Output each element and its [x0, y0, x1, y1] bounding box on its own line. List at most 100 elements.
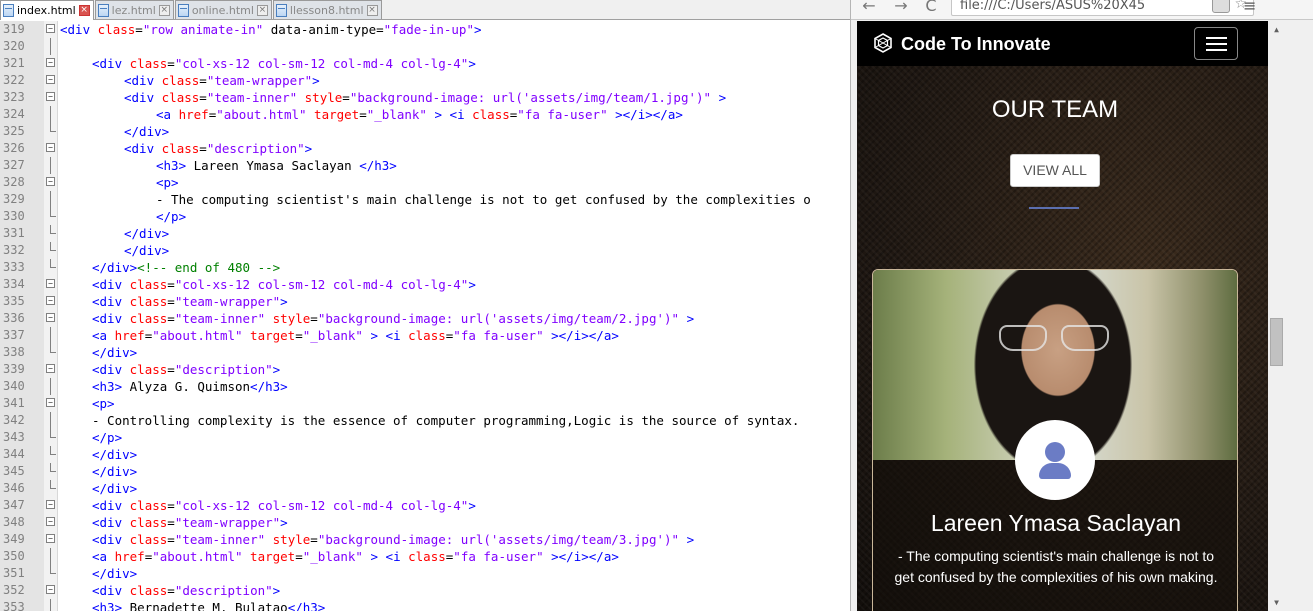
forward-button[interactable]: →	[891, 0, 911, 16]
fold-toggle-icon[interactable]: −	[46, 364, 55, 373]
scroll-up-arrow-icon[interactable]: ▲	[1268, 21, 1285, 38]
fold-toggle-icon[interactable]: −	[46, 500, 55, 509]
page-scrollbar[interactable]: ▲ ▼	[1268, 21, 1285, 611]
code-line[interactable]: 347 − <div class="col-xs-12 col-sm-12 col-…	[0, 497, 850, 514]
close-tab-icon[interactable]: ×	[158, 4, 170, 16]
editor-tab[interactable]: index.html ×	[0, 0, 94, 20]
fold-toggle-icon[interactable]: −	[46, 279, 55, 288]
code-editor[interactable]: 319− <div class="row animate-in" data-ani…	[0, 21, 850, 611]
code-token: class	[129, 277, 168, 292]
code-line[interactable]: 326 − <div class="description">	[0, 140, 850, 157]
fold-toggle-icon[interactable]: −	[46, 585, 55, 594]
code-line[interactable]: 349− <div class="team-inner" style="backg…	[0, 531, 850, 548]
code-line[interactable]: 330 </p>	[0, 208, 850, 225]
code-line[interactable]: 343 </p>	[0, 429, 850, 446]
fold-toggle-icon[interactable]: −	[46, 313, 55, 322]
extension-icon[interactable]	[1212, 0, 1230, 13]
editor-tab-label: index.html	[17, 4, 76, 17]
fold-guide	[50, 480, 56, 489]
code-line[interactable]: 351 </div>	[0, 565, 850, 582]
code-line[interactable]: 336− <div class="team-inner" style="backg…	[0, 310, 850, 327]
code-line[interactable]: 320	[0, 38, 850, 55]
code-line[interactable]: 353 <h3> Bernadette M. Bulatao</h3>	[0, 599, 850, 611]
code-text: </p>	[156, 208, 186, 225]
code-line[interactable]: 341 − <p>	[0, 395, 850, 412]
fold-toggle-icon[interactable]: −	[46, 534, 55, 543]
fold-toggle-icon[interactable]: −	[46, 177, 55, 186]
close-tab-icon[interactable]: ×	[78, 5, 90, 16]
fold-toggle-icon[interactable]: −	[46, 75, 55, 84]
code-line[interactable]: 342 - Controlling complexity is the essen…	[0, 412, 850, 429]
code-line[interactable]: 327 <h3> Lareen Ymasa Saclayan </h3>	[0, 157, 850, 174]
code-token: <h3>	[92, 600, 123, 611]
code-line[interactable]: 331 </div>	[0, 225, 850, 242]
code-line[interactable]: 345 </div>	[0, 463, 850, 480]
code-line[interactable]: 334 − <div class="col-xs-12 col-sm-12 col-…	[0, 276, 850, 293]
page-viewport: Code To Innovate OUR TEAM VIEW ALL Laree…	[857, 21, 1268, 611]
code-line[interactable]: 352 − <div class="description">	[0, 582, 850, 599]
code-text: <div class="team-inner" style="backgroun…	[92, 531, 694, 548]
code-token: class	[129, 583, 168, 598]
fold-toggle-icon[interactable]: −	[46, 296, 55, 305]
code-token: <div	[124, 141, 162, 156]
browser-menu-icon[interactable]: ≡	[1243, 0, 1256, 15]
code-token: "team-wrapper"	[174, 515, 281, 530]
code-token: "about.html"	[152, 328, 243, 343]
reload-button[interactable]: C	[921, 0, 941, 16]
code-line[interactable]: 344 </div>	[0, 446, 850, 463]
fold-guide	[50, 548, 51, 565]
code-line[interactable]: 338 </div>	[0, 344, 850, 361]
code-line[interactable]: 319 − <div class="row animate-in" data-ani…	[0, 21, 850, 38]
code-line[interactable]: 323− <div class="team-inner" style="backg…	[0, 89, 850, 106]
code-line[interactable]: 339 − <div class="description">	[0, 361, 850, 378]
code-token: - The computing scientist's main challen…	[156, 192, 811, 207]
fold-toggle-icon[interactable]: −	[46, 92, 55, 101]
code-token: =	[295, 328, 303, 343]
code-line[interactable]: 337 <a href="about.html" target="_blank" …	[0, 327, 850, 344]
close-tab-icon[interactable]: ×	[366, 4, 378, 16]
code-line[interactable]: 346 </div>	[0, 480, 850, 497]
hamburger-menu-button[interactable]	[1194, 27, 1238, 60]
code-token: </p>	[156, 209, 187, 224]
scrollbar-thumb[interactable]	[1270, 318, 1283, 366]
code-line[interactable]: 325 </div>	[0, 123, 850, 140]
code-line[interactable]: 324 <a href="about.html" target="_blank" …	[0, 106, 850, 123]
back-button[interactable]: ←	[859, 0, 879, 16]
code-line[interactable]: 321 − <div class="col-xs-12 col-sm-12 col-…	[0, 55, 850, 72]
code-token: >	[468, 56, 476, 71]
code-token: </div>	[124, 243, 170, 258]
code-line[interactable]: 322 − <div class="team-wrapper">	[0, 72, 850, 89]
code-token: "description"	[174, 583, 273, 598]
code-line[interactable]: 348 − <div class="team-wrapper">	[0, 514, 850, 531]
profile-user-icon[interactable]	[1015, 420, 1095, 500]
fold-toggle-icon[interactable]: −	[46, 143, 55, 152]
editor-tab[interactable]: lez.html ×	[94, 0, 174, 19]
code-line[interactable]: 350 <a href="about.html" target="_blank" …	[0, 548, 850, 565]
code-token: "background-image: url('assets/img/team/…	[349, 90, 712, 105]
scroll-down-arrow-icon[interactable]: ▼	[1268, 594, 1285, 611]
code-token: </div>	[92, 481, 138, 496]
code-line[interactable]: 332 </div>	[0, 242, 850, 259]
editor-tab[interactable]: llesson8.html ×	[272, 0, 382, 19]
code-line[interactable]: 333 </div><!-- end of 480 -->	[0, 259, 850, 276]
code-line[interactable]: 335 − <div class="team-wrapper">	[0, 293, 850, 310]
code-line[interactable]: 328 − <p>	[0, 174, 850, 191]
user-body-shape	[1039, 463, 1071, 479]
line-number: 320	[3, 39, 25, 53]
code-token: "col-xs-12 col-sm-12 col-md-4 col-lg-4"	[174, 498, 469, 513]
code-token: =	[167, 583, 175, 598]
editor-tab[interactable]: online.html ×	[174, 0, 272, 19]
view-all-button[interactable]: VIEW ALL	[1010, 154, 1100, 187]
code-line[interactable]: 340 <h3> Alyza G. Quimson</h3>	[0, 378, 850, 395]
fold-toggle-icon[interactable]: −	[46, 24, 55, 33]
close-tab-icon[interactable]: ×	[256, 4, 268, 16]
code-token: >	[679, 311, 695, 326]
fold-toggle-icon[interactable]: −	[46, 517, 55, 526]
address-bar[interactable]: file:///C:/Users/ASUS%20X45 ☆	[951, 0, 1254, 16]
code-token: >	[312, 73, 320, 88]
code-token: </div>	[92, 260, 138, 275]
fold-toggle-icon[interactable]: −	[46, 58, 55, 67]
code-line[interactable]: 329 - The computing scientist's main chal…	[0, 191, 850, 208]
fold-toggle-icon[interactable]: −	[46, 398, 55, 407]
brand-name[interactable]: Code To Innovate	[901, 34, 1051, 55]
